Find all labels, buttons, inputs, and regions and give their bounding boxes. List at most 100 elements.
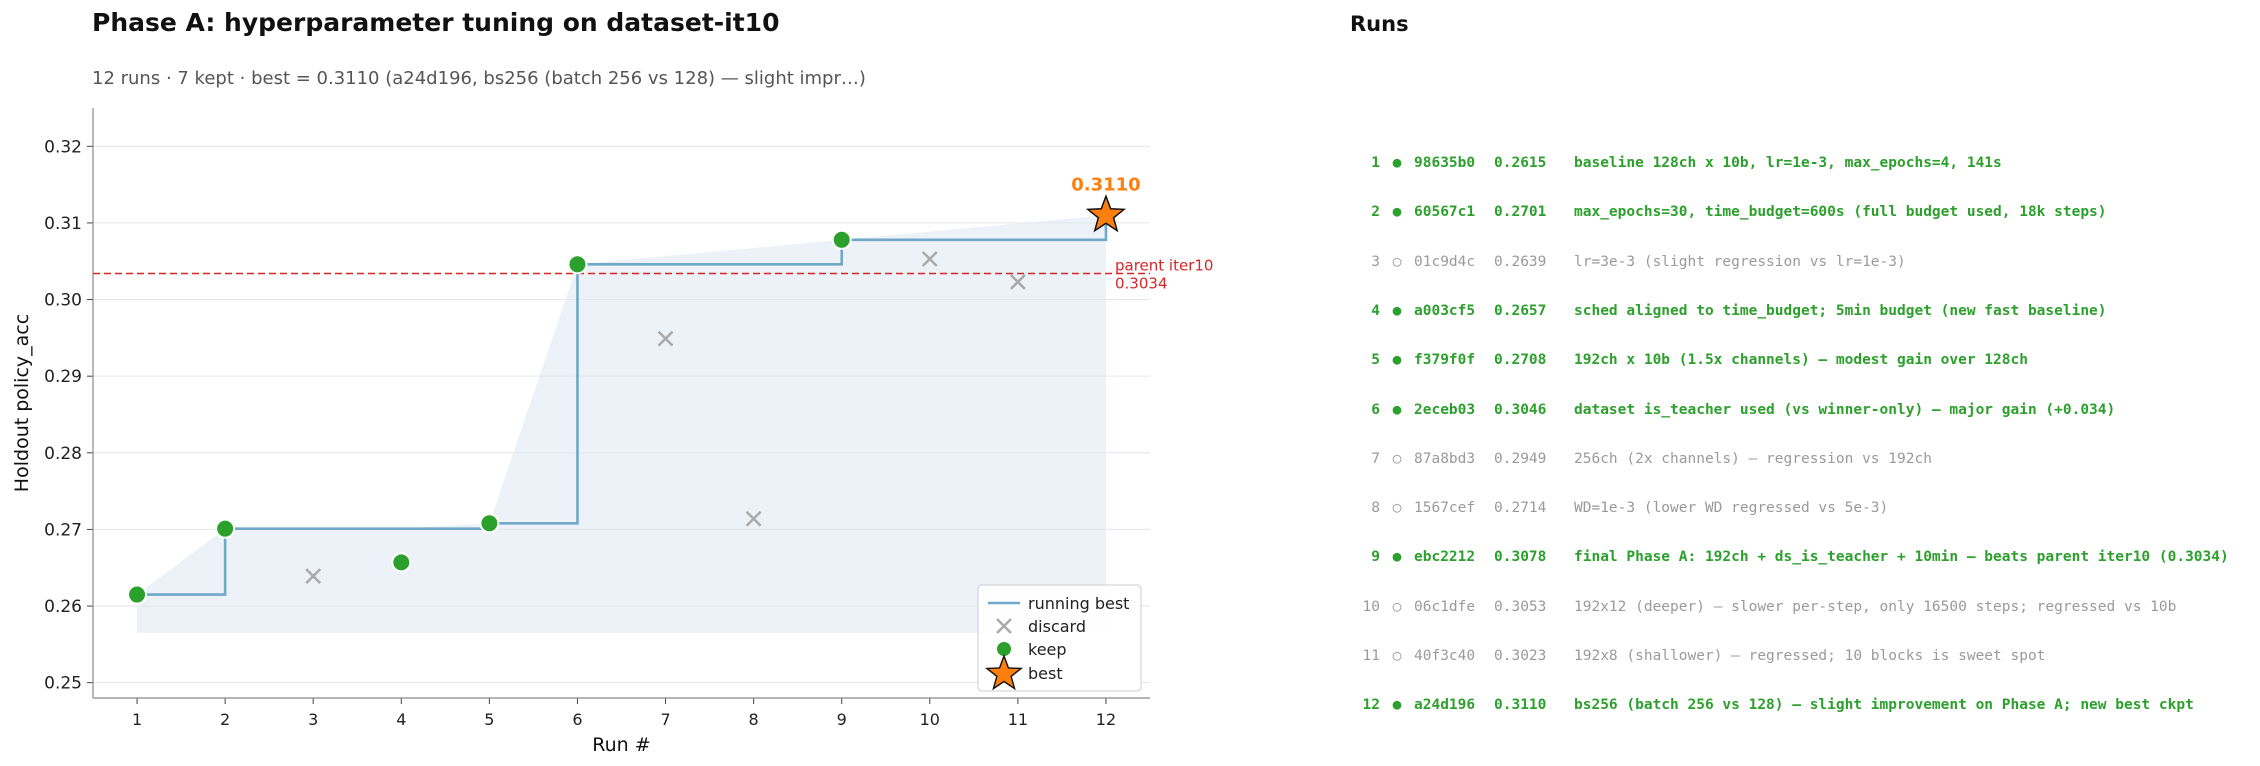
keep-point — [567, 254, 588, 275]
y-tick-label: 0.29 — [44, 367, 82, 387]
run-row: 6 ● 2eceb03 0.3046 dataset is_teacher used (… — [1350, 399, 2115, 421]
x-tick-label: 7 — [660, 710, 670, 729]
run-commit-id: f379f0f — [1414, 352, 1476, 369]
run-commit-id: ebc2212 — [1414, 549, 1476, 566]
y-tick-label: 0.31 — [44, 214, 82, 234]
run-number: 8 — [1371, 500, 1380, 517]
keep-point — [831, 229, 852, 250]
run-number: 2 — [1371, 204, 1380, 221]
x-axis-label: Run # — [592, 734, 650, 756]
keep-point — [127, 584, 148, 605]
run-commit-id: 01c9d4c — [1414, 253, 1476, 270]
x-tick-label: 6 — [572, 710, 582, 729]
legend-label-best: best — [1028, 664, 1063, 683]
run-score: 0.3023 — [1494, 648, 1547, 664]
y-tick-label: 0.26 — [44, 597, 82, 617]
run-commit-id: 2eceb03 — [1414, 401, 1476, 418]
run-score: 0.2949 — [1494, 450, 1547, 467]
y-tick-label: 0.30 — [44, 291, 82, 311]
run-number: 6 — [1371, 401, 1380, 418]
run-row: 7 ○ 87a8bd3 0.2949 256ch (2x channels) — reg… — [1350, 448, 1932, 470]
runs-list: 1 ● 98635b0 0.2615 baseline 128ch x 10b, lr=… — [1350, 0, 2260, 766]
keep-point — [479, 513, 500, 534]
run-status-icon: ● — [1392, 697, 1402, 714]
run-status-icon: ● — [1392, 204, 1402, 221]
run-status-icon: ● — [1392, 302, 1402, 319]
legend-label-running-best: running best — [1028, 594, 1129, 613]
legend-label-discard: discard — [1028, 617, 1086, 636]
run-score: 0.2615 — [1494, 155, 1547, 171]
x-tick-label: 11 — [1008, 710, 1028, 729]
run-row: 5 ● f379f0f 0.2708 192ch x 10b (1.5x channel… — [1350, 349, 2028, 371]
progress-chart: 0.250.260.270.280.290.300.310.321 2 3 4 5 6 7 8… — [11, 108, 1213, 756]
run-commit-id: 1567cef — [1414, 500, 1476, 517]
run-status-icon: ○ — [1392, 500, 1402, 517]
run-description: 256ch (2x channels) — regression vs 192c… — [1574, 450, 1932, 467]
run-status-icon: ● — [1392, 155, 1402, 171]
run-score: 0.2708 — [1494, 352, 1547, 369]
run-row: 3 ○ 01c9d4c 0.2639 lr=3e-3 (slight regressio… — [1350, 251, 1906, 273]
y-tick-label: 0.28 — [44, 444, 82, 464]
run-score: 0.3053 — [1494, 598, 1547, 615]
best-area — [137, 215, 1106, 633]
run-row: 2 ● 60567c1 0.2701 max_epochs=30, time_budge… — [1350, 201, 2107, 223]
x-tick-label: 4 — [396, 710, 406, 729]
run-number: 3 — [1371, 253, 1380, 270]
run-number: 12 — [1362, 697, 1380, 714]
best-value-label: 0.3110 — [1071, 174, 1140, 195]
run-description: sched aligned to time_budget; 5min budge… — [1574, 302, 2107, 319]
run-status-icon: ● — [1392, 549, 1402, 566]
run-score: 0.2639 — [1494, 253, 1547, 270]
run-commit-id: 06c1dfe — [1414, 598, 1476, 615]
keep-point — [391, 552, 412, 573]
run-commit-id: 98635b0 — [1414, 155, 1476, 171]
run-status-icon: ○ — [1392, 450, 1402, 467]
run-description: 192ch x 10b (1.5x channels) — modest gai… — [1574, 352, 2028, 369]
x-tick-label: 9 — [837, 710, 847, 729]
run-status-icon: ● — [1392, 352, 1402, 369]
run-score: 0.3110 — [1494, 697, 1547, 714]
run-description: 192x8 (shallower) — regressed; 10 blocks… — [1574, 648, 2046, 664]
x-tick-label: 10 — [920, 710, 940, 729]
run-status-icon: ● — [1392, 401, 1402, 418]
run-description: lr=3e-3 (slight regression vs lr=1e-3) — [1574, 253, 1906, 270]
run-status-icon: ○ — [1392, 648, 1402, 664]
run-row: 12 ● a24d196 0.3110 bs256 (batch 256 vs 128)… — [1350, 694, 2194, 716]
run-score: 0.3046 — [1494, 401, 1547, 418]
run-score: 0.2657 — [1494, 302, 1547, 319]
run-commit-id: a003cf5 — [1414, 302, 1476, 319]
x-tick-label: 3 — [308, 710, 318, 729]
y-tick-label: 0.25 — [44, 674, 82, 694]
run-row: 10 ○ 06c1dfe 0.3053 192x12 (deeper) — slower… — [1350, 596, 2177, 618]
run-row: 11 ○ 40f3c40 0.3023 192x8 (shallower) — regr… — [1350, 645, 2046, 667]
best-area-fill — [137, 215, 1106, 633]
run-commit-id: a24d196 — [1414, 697, 1476, 714]
run-commit-id: 40f3c40 — [1414, 648, 1476, 664]
run-description: 192x12 (deeper) — slower per-step, only … — [1574, 598, 2177, 615]
run-row: 9 ● ebc2212 0.3078 final Phase A: 192ch + ds… — [1350, 546, 2229, 568]
y-axis-label: Holdout policy_acc — [11, 314, 33, 492]
run-score: 0.2701 — [1494, 204, 1547, 221]
x-tick-label: 8 — [749, 710, 759, 729]
run-description: final Phase A: 192ch + ds_is_teacher + 1… — [1574, 549, 2229, 566]
run-score: 0.3078 — [1494, 549, 1547, 566]
legend: running best discard keep best — [977, 584, 1142, 692]
run-description: baseline 128ch x 10b, lr=1e-3, max_epoch… — [1574, 155, 2002, 171]
run-status-icon: ○ — [1392, 253, 1402, 270]
run-number: 9 — [1371, 549, 1380, 566]
run-number: 5 — [1371, 352, 1380, 369]
run-number: 10 — [1362, 598, 1380, 615]
x-tick-label: 12 — [1096, 710, 1116, 729]
run-row: 4 ● a003cf5 0.2657 sched aligned to time_bud… — [1350, 300, 2107, 322]
x-tick-label: 2 — [220, 710, 230, 729]
run-number: 7 — [1371, 450, 1380, 467]
y-tick-label: 0.32 — [44, 137, 82, 157]
run-description: bs256 (batch 256 vs 128) — slight improv… — [1574, 697, 2194, 714]
parent-value-label: 0.3034 — [1115, 275, 1168, 293]
run-row: 1 ● 98635b0 0.2615 baseline 128ch x 10b, lr=… — [1350, 152, 2002, 174]
run-number: 11 — [1362, 648, 1380, 664]
run-status-icon: ○ — [1392, 598, 1402, 615]
legend-label-keep: keep — [1028, 640, 1067, 659]
run-description: max_epochs=30, time_budget=600s (full bu… — [1574, 204, 2107, 221]
x-tick-label: 1 — [132, 710, 142, 729]
